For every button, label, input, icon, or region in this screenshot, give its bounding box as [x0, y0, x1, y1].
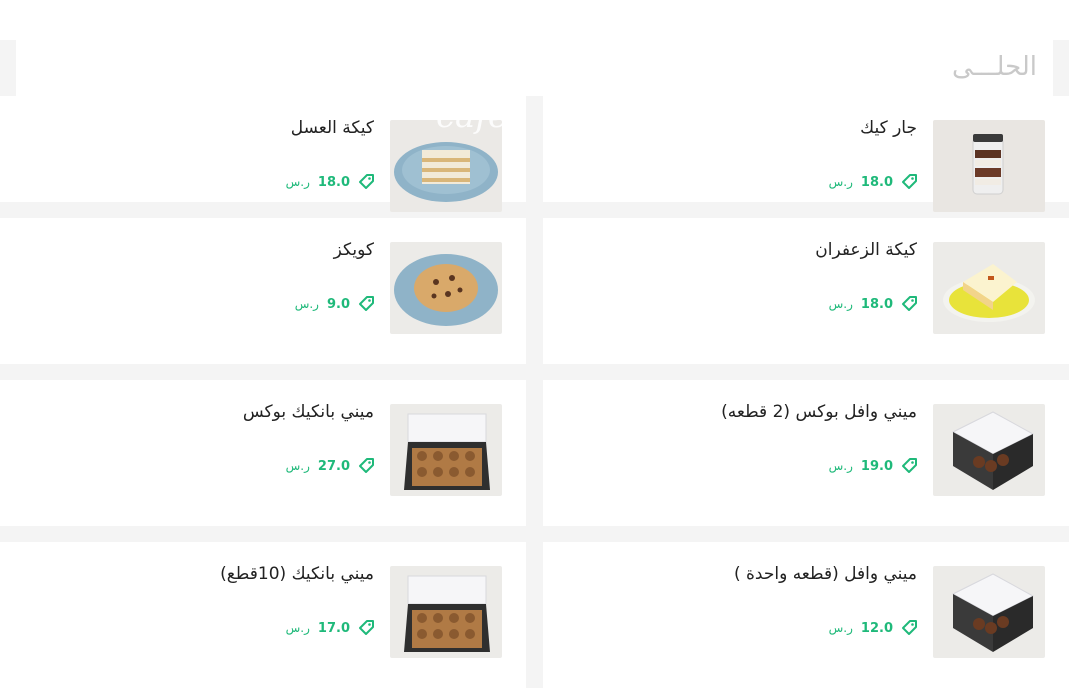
item-price: ر.س 18.0 [286, 172, 374, 192]
menu-item-card[interactable]: كيكة الزعفران ر.س 18.0 [543, 218, 1069, 364]
item-price: ر.س 27.0 [286, 456, 374, 476]
price-amount: 9.0 [326, 296, 350, 312]
item-name: جار كيك [860, 118, 917, 138]
item-name: ميني بانكيك (10قطع) [220, 564, 374, 584]
item-price: ر.س 12.0 [829, 618, 917, 638]
price-tag-icon [359, 174, 374, 189]
price-amount: 27.0 [317, 458, 350, 474]
item-name: ميني بانكيك بوكس [242, 402, 374, 422]
menu-item-card[interactable]: جار كيك ر.س 18.0 [543, 96, 1069, 212]
price-amount: 19.0 [860, 458, 893, 474]
menu-item-card[interactable]: ميني وافل بوكس (2 قطعه) ر.س 19.0 [543, 380, 1069, 526]
currency-label: ر.س [828, 175, 853, 189]
item-image [390, 120, 502, 212]
section-title: الحلـــى [951, 52, 1037, 82]
menu-item-card[interactable]: ميني وافل (قطعه واحدة ) ر.س 12.0 [543, 542, 1069, 688]
price-amount: 12.0 [860, 620, 893, 636]
price-tag-icon [902, 620, 917, 635]
currency-label: ر.س [828, 297, 853, 311]
item-name: كويكز [333, 240, 374, 260]
item-price: ر.س 9.0 [295, 294, 374, 314]
currency-label: ر.س [285, 175, 310, 189]
price-tag-icon [359, 458, 374, 473]
currency-label: ر.س [285, 459, 310, 473]
price-amount: 18.0 [317, 174, 350, 190]
menu-item-card[interactable]: كيكة العسل ر.س 18.0 [0, 96, 526, 212]
item-image [933, 120, 1045, 212]
price-tag-icon [902, 174, 917, 189]
top-bar [0, 0, 1069, 40]
item-name: كيكة الزعفران [815, 240, 917, 260]
item-name: ميني وافل (قطعه واحدة ) [733, 564, 917, 584]
price-amount: 18.0 [860, 174, 893, 190]
item-image [390, 566, 502, 658]
item-price: ر.س 18.0 [829, 294, 917, 314]
price-amount: 17.0 [317, 620, 350, 636]
item-image [933, 566, 1045, 658]
price-tag-icon [902, 296, 917, 311]
currency-label: ر.س [285, 621, 310, 635]
price-tag-icon [359, 296, 374, 311]
item-name: ميني وافل بوكس (2 قطعه) [721, 402, 917, 422]
currency-label: ر.س [828, 621, 853, 635]
currency-label: ر.س [828, 459, 853, 473]
currency-label: ر.س [294, 297, 319, 311]
item-image [390, 404, 502, 496]
menu-item-card[interactable]: ميني بانكيك (10قطع) ر.س 17.0 [0, 542, 526, 688]
section-header: الحلـــى [16, 40, 1053, 96]
item-name: كيكة العسل [290, 118, 374, 138]
menu-item-card[interactable]: كويكز ر.س 9.0 [0, 218, 526, 364]
price-tag-icon [359, 620, 374, 635]
item-image [933, 242, 1045, 334]
price-tag-icon [902, 458, 917, 473]
item-image [933, 404, 1045, 496]
item-price: ر.س 17.0 [286, 618, 374, 638]
item-price: ر.س 19.0 [829, 456, 917, 476]
item-image [390, 242, 502, 334]
price-amount: 18.0 [860, 296, 893, 312]
menu-item-card[interactable]: ميني بانكيك بوكس ر.س 27.0 [0, 380, 526, 526]
item-price: ر.س 18.0 [829, 172, 917, 192]
